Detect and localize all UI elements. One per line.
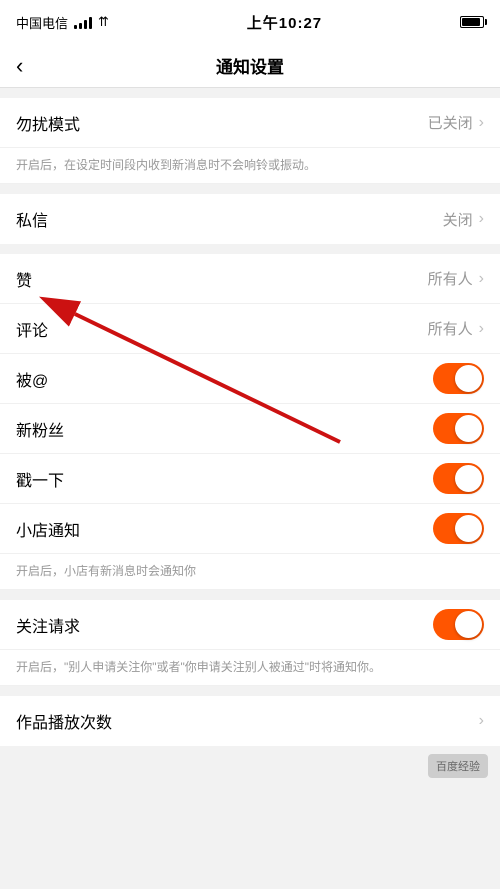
newfan-toggle[interactable] xyxy=(433,413,484,444)
nav-bar: ‹ 通知设置 xyxy=(0,44,500,88)
mention-toggle[interactable] xyxy=(433,363,484,394)
follow-label: 关注请求 xyxy=(16,613,80,637)
dnd-label: 勿扰模式 xyxy=(16,111,80,135)
follow-toggle[interactable] xyxy=(433,609,484,640)
signal-bars-icon xyxy=(74,15,92,29)
shop-item: 小店通知 xyxy=(0,504,500,554)
dnd-hint: 开启后，在设定时间段内收到新消息时不会响铃或振动。 xyxy=(0,148,500,184)
comment-chevron-icon: › xyxy=(479,320,484,338)
watermark-label: 百度经验 xyxy=(428,754,488,778)
comment-label: 评论 xyxy=(16,317,48,341)
follow-item: 关注请求 xyxy=(0,600,500,650)
dnd-item[interactable]: 勿扰模式 已关闭 › xyxy=(0,98,500,148)
wifi-icon: ⇈ xyxy=(98,14,109,30)
dnd-section: 勿扰模式 已关闭 › 开启后，在设定时间段内收到新消息时不会响铃或振动。 xyxy=(0,98,500,184)
mention-toggle-thumb xyxy=(455,365,482,392)
comment-status: 所有人 xyxy=(428,318,473,339)
dnd-right: 已关闭 › xyxy=(428,112,484,133)
battery-fill xyxy=(462,18,480,26)
status-time: 上午10:27 xyxy=(247,12,322,33)
zan-status: 所有人 xyxy=(428,268,473,289)
plays-right: › xyxy=(477,712,484,730)
plays-label: 作品播放次数 xyxy=(16,709,112,733)
privmsg-section: 私信 关闭 › xyxy=(0,194,500,244)
bar3 xyxy=(84,20,87,29)
newfan-label: 新粉丝 xyxy=(16,417,64,441)
shop-toggle-thumb xyxy=(455,515,482,542)
dnd-status: 已关闭 xyxy=(428,112,473,133)
page-title: 通知设置 xyxy=(216,53,284,78)
shop-hint: 开启后，小店有新消息时会通知你 xyxy=(0,554,500,590)
comment-right: 所有人 › xyxy=(428,318,484,339)
plays-item[interactable]: 作品播放次数 › xyxy=(0,696,500,746)
zan-right: 所有人 › xyxy=(428,268,484,289)
zan-chevron-icon: › xyxy=(479,270,484,288)
newfan-item: 新粉丝 xyxy=(0,404,500,454)
bar2 xyxy=(79,23,82,29)
poke-item: 戳一下 xyxy=(0,454,500,504)
privmsg-chevron-icon: › xyxy=(479,210,484,228)
bar1 xyxy=(74,25,77,29)
poke-toggle[interactable] xyxy=(433,463,484,494)
dnd-chevron-icon: › xyxy=(479,114,484,132)
privmsg-right: 关闭 › xyxy=(443,209,484,230)
privmsg-item[interactable]: 私信 关闭 › xyxy=(0,194,500,244)
battery-icon xyxy=(460,16,484,28)
mention-item: 被@ xyxy=(0,354,500,404)
plays-chevron-icon: › xyxy=(479,712,484,730)
poke-toggle-thumb xyxy=(455,465,482,492)
zan-label: 赞 xyxy=(16,267,32,291)
privmsg-status: 关闭 xyxy=(443,209,473,230)
privmsg-label: 私信 xyxy=(16,207,48,231)
poke-label: 戳一下 xyxy=(16,467,64,491)
watermark-area: 百度经验 xyxy=(0,746,500,786)
shop-toggle[interactable] xyxy=(433,513,484,544)
interactions-section: 赞 所有人 › 评论 所有人 › 被@ 新粉丝 xyxy=(0,254,500,590)
status-right xyxy=(460,16,484,28)
shop-label: 小店通知 xyxy=(16,517,80,541)
status-left: 中国电信 ⇈ xyxy=(16,13,109,32)
follow-hint: 开启后，"别人申请关注你"或者"你申请关注别人被通过"时将通知你。 xyxy=(0,650,500,686)
carrier-label: 中国电信 xyxy=(16,13,68,32)
comment-item[interactable]: 评论 所有人 › xyxy=(0,304,500,354)
newfan-toggle-thumb xyxy=(455,415,482,442)
follow-section: 关注请求 开启后，"别人申请关注你"或者"你申请关注别人被通过"时将通知你。 xyxy=(0,600,500,686)
follow-toggle-thumb xyxy=(455,611,482,638)
back-button[interactable]: ‹ xyxy=(16,55,23,77)
status-bar: 中国电信 ⇈ 上午10:27 xyxy=(0,0,500,44)
bar4 xyxy=(89,17,92,29)
plays-section: 作品播放次数 › xyxy=(0,696,500,746)
mention-label: 被@ xyxy=(16,367,48,391)
zan-item[interactable]: 赞 所有人 › xyxy=(0,254,500,304)
page-wrapper: 中国电信 ⇈ 上午10:27 ‹ 通知设置 勿扰模式 已关闭 › xyxy=(0,0,500,889)
